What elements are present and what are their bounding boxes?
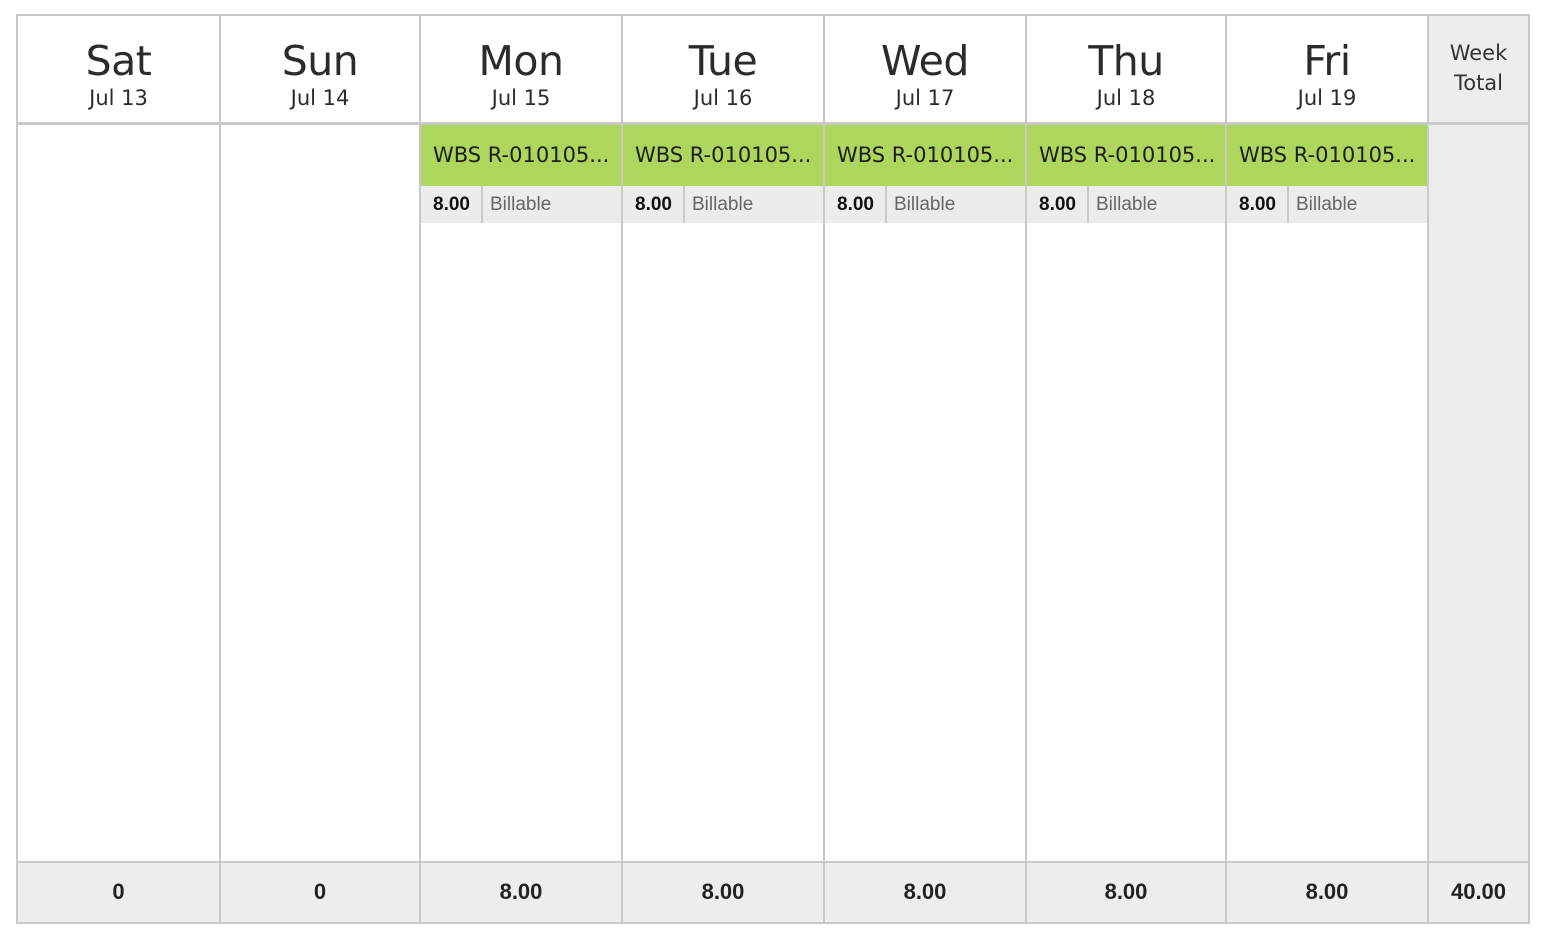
entry-billable-type: Billable <box>1296 194 1358 215</box>
day-total: 0 <box>221 861 419 922</box>
entry-hours: 8.00 <box>1227 186 1289 223</box>
entry-meta: 8.00 Billable <box>1227 186 1427 223</box>
day-header[interactable]: Wed Jul 17 <box>825 16 1025 125</box>
day-date: Jul 18 <box>1096 86 1156 110</box>
day-header[interactable]: Fri Jul 19 <box>1227 16 1427 125</box>
day-total: 8.00 <box>1227 861 1427 922</box>
entry-title[interactable]: WBS R-010105... <box>825 125 1025 186</box>
day-name: Mon <box>478 37 564 85</box>
day-total: 8.00 <box>1027 861 1225 922</box>
day-column-mon: Mon Jul 15 WBS R-010105... 8.00 Billable… <box>421 16 623 922</box>
entry-title[interactable]: WBS R-010105... <box>421 125 621 186</box>
entry-meta: 8.00 Billable <box>421 186 621 223</box>
day-name: Wed <box>881 37 969 85</box>
entry-hours: 8.00 <box>1027 186 1089 223</box>
entry-title[interactable]: WBS R-010105... <box>1027 125 1225 186</box>
day-date: Jul 17 <box>895 86 955 110</box>
day-total: 8.00 <box>825 861 1025 922</box>
day-date: Jul 19 <box>1297 86 1357 110</box>
day-name: Sat <box>85 37 152 85</box>
timesheet-week-grid: Sat Jul 13 0 Sun Jul 14 0 Mon Jul 15 WBS… <box>16 14 1530 924</box>
time-entry[interactable]: WBS R-010105... 8.00 Billable <box>825 125 1025 223</box>
day-column-sun: Sun Jul 14 0 <box>221 16 421 922</box>
day-date: Jul 16 <box>693 86 753 110</box>
day-column-tue: Tue Jul 16 WBS R-010105... 8.00 Billable… <box>623 16 825 922</box>
day-date: Jul 14 <box>290 86 350 110</box>
week-total-value: 40.00 <box>1429 861 1528 922</box>
day-total: 8.00 <box>623 861 823 922</box>
entry-billable-type: Billable <box>692 194 754 215</box>
week-total-column: Week Total 40.00 <box>1429 16 1528 922</box>
entry-billable-type: Billable <box>1096 194 1158 215</box>
day-date: Jul 15 <box>491 86 551 110</box>
entry-title[interactable]: WBS R-010105... <box>623 125 823 186</box>
day-column-fri: Fri Jul 19 WBS R-010105... 8.00 Billable… <box>1227 16 1429 922</box>
day-header[interactable]: Thu Jul 18 <box>1027 16 1225 125</box>
entry-billable-type: Billable <box>894 194 956 215</box>
entry-billable-type: Billable <box>490 194 552 215</box>
week-total-header: Week Total <box>1429 16 1528 125</box>
day-name: Thu <box>1088 37 1164 85</box>
day-column-sat: Sat Jul 13 0 <box>18 16 221 922</box>
day-header[interactable]: Sat Jul 13 <box>18 16 219 125</box>
entry-hours: 8.00 <box>623 186 685 223</box>
day-header[interactable]: Tue Jul 16 <box>623 16 823 125</box>
entry-meta: 8.00 Billable <box>825 186 1025 223</box>
time-entry[interactable]: WBS R-010105... 8.00 Billable <box>421 125 621 223</box>
entry-hours: 8.00 <box>421 186 483 223</box>
entry-hours: 8.00 <box>825 186 887 223</box>
day-column-thu: Thu Jul 18 WBS R-010105... 8.00 Billable… <box>1027 16 1227 922</box>
entry-meta: 8.00 Billable <box>1027 186 1225 223</box>
time-entry[interactable]: WBS R-010105... 8.00 Billable <box>1227 125 1427 223</box>
week-total-label: Week Total <box>1429 38 1528 98</box>
week-label-line1: Week <box>1449 41 1508 65</box>
day-total: 0 <box>18 861 219 922</box>
day-header[interactable]: Mon Jul 15 <box>421 16 621 125</box>
day-name: Tue <box>688 37 758 85</box>
day-column-wed: Wed Jul 17 WBS R-010105... 8.00 Billable… <box>825 16 1027 922</box>
entry-title[interactable]: WBS R-010105... <box>1227 125 1427 186</box>
day-total: 8.00 <box>421 861 621 922</box>
day-name: Sun <box>281 37 359 85</box>
week-label-line2: Total <box>1453 71 1504 95</box>
day-header[interactable]: Sun Jul 14 <box>221 16 419 125</box>
time-entry[interactable]: WBS R-010105... 8.00 Billable <box>1027 125 1225 223</box>
day-date: Jul 13 <box>89 86 148 110</box>
day-name: Fri <box>1303 37 1351 85</box>
time-entry[interactable]: WBS R-010105... 8.00 Billable <box>623 125 823 223</box>
entry-meta: 8.00 Billable <box>623 186 823 223</box>
